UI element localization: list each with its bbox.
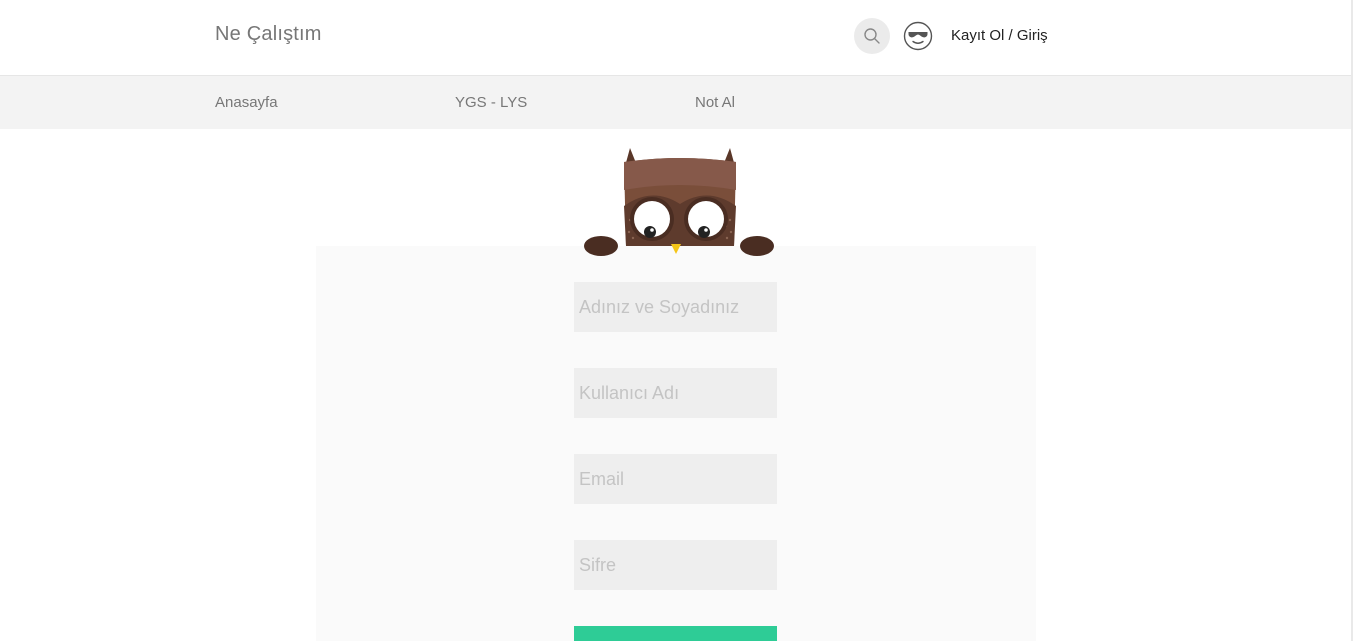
full-name-input[interactable]: [574, 282, 777, 332]
search-button[interactable]: [854, 18, 890, 54]
page: Ne Çalıştım Kayıt Ol / Giriş Anasayfa YG…: [0, 0, 1353, 641]
password-input[interactable]: [574, 540, 777, 590]
sunglasses-face-icon[interactable]: [903, 21, 933, 51]
site-brand[interactable]: Ne Çalıştım: [215, 23, 322, 46]
owl-mascot: [584, 148, 774, 256]
submit-button[interactable]: [574, 626, 777, 641]
site-header: Ne Çalıştım Kayıt Ol / Giriş: [0, 0, 1351, 76]
nav-item-not-al[interactable]: Not Al: [695, 94, 735, 111]
main-nav: Anasayfa YGS - LYS Not Al: [0, 76, 1351, 129]
nav-item-home[interactable]: Anasayfa: [215, 94, 278, 111]
search-icon: [864, 28, 880, 44]
nav-item-ygs-lys[interactable]: YGS - LYS: [455, 94, 527, 111]
username-input[interactable]: [574, 368, 777, 418]
email-input[interactable]: [574, 454, 777, 504]
register-login-link[interactable]: Kayıt Ol / Giriş: [951, 27, 1048, 44]
